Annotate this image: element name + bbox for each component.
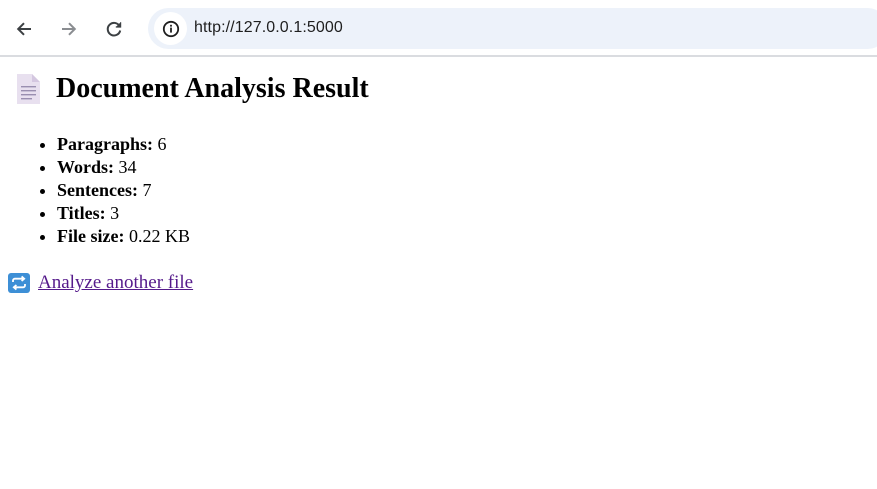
stat-value: 3 — [110, 203, 120, 223]
stat-value: 7 — [142, 180, 152, 200]
info-icon — [162, 20, 179, 37]
reload-icon — [106, 21, 122, 37]
stat-paragraphs: Paragraphs: 6 — [57, 133, 190, 156]
back-button[interactable] — [9, 12, 39, 46]
page-title: Document Analysis Result — [14, 73, 369, 105]
page-content: Document Analysis Result Paragraphs: 6 W… — [0, 59, 877, 489]
analyze-another-file-label[interactable]: Analyze another file — [38, 272, 193, 294]
stat-value: 34 — [118, 157, 137, 177]
reload-button[interactable] — [99, 12, 129, 46]
url-text[interactable]: http://127.0.0.1:5000 — [194, 19, 343, 37]
page-title-text: Document Analysis Result — [56, 73, 369, 104]
stat-sentences: Sentences: 7 — [57, 179, 190, 202]
arrow-right-icon — [62, 22, 77, 36]
document-icon — [17, 74, 40, 104]
stats-list: Paragraphs: 6 Words: 34 Sentences: 7 Tit… — [0, 133, 190, 248]
stat-label: File size: — [57, 226, 125, 246]
stat-titles: Titles: 3 — [57, 202, 190, 225]
site-info-button[interactable] — [154, 12, 187, 45]
analyze-another-file-link[interactable]: Analyze another file — [8, 272, 193, 294]
stat-label: Paragraphs: — [57, 134, 153, 154]
stat-file-size: File size: 0.22 KB — [57, 225, 190, 248]
arrow-left-icon — [16, 22, 31, 36]
repeat-icon — [8, 273, 30, 293]
forward-button[interactable] — [54, 12, 84, 46]
stat-label: Words: — [57, 157, 115, 177]
stat-value: 0.22 KB — [128, 226, 190, 246]
address-bar[interactable]: http://127.0.0.1:5000 — [148, 8, 877, 49]
stat-words: Words: 34 — [57, 156, 190, 179]
stat-label: Titles: — [57, 203, 106, 223]
stat-value: 6 — [157, 134, 167, 154]
browser-toolbar: http://127.0.0.1:5000 — [0, 0, 877, 57]
stat-label: Sentences: — [57, 180, 138, 200]
